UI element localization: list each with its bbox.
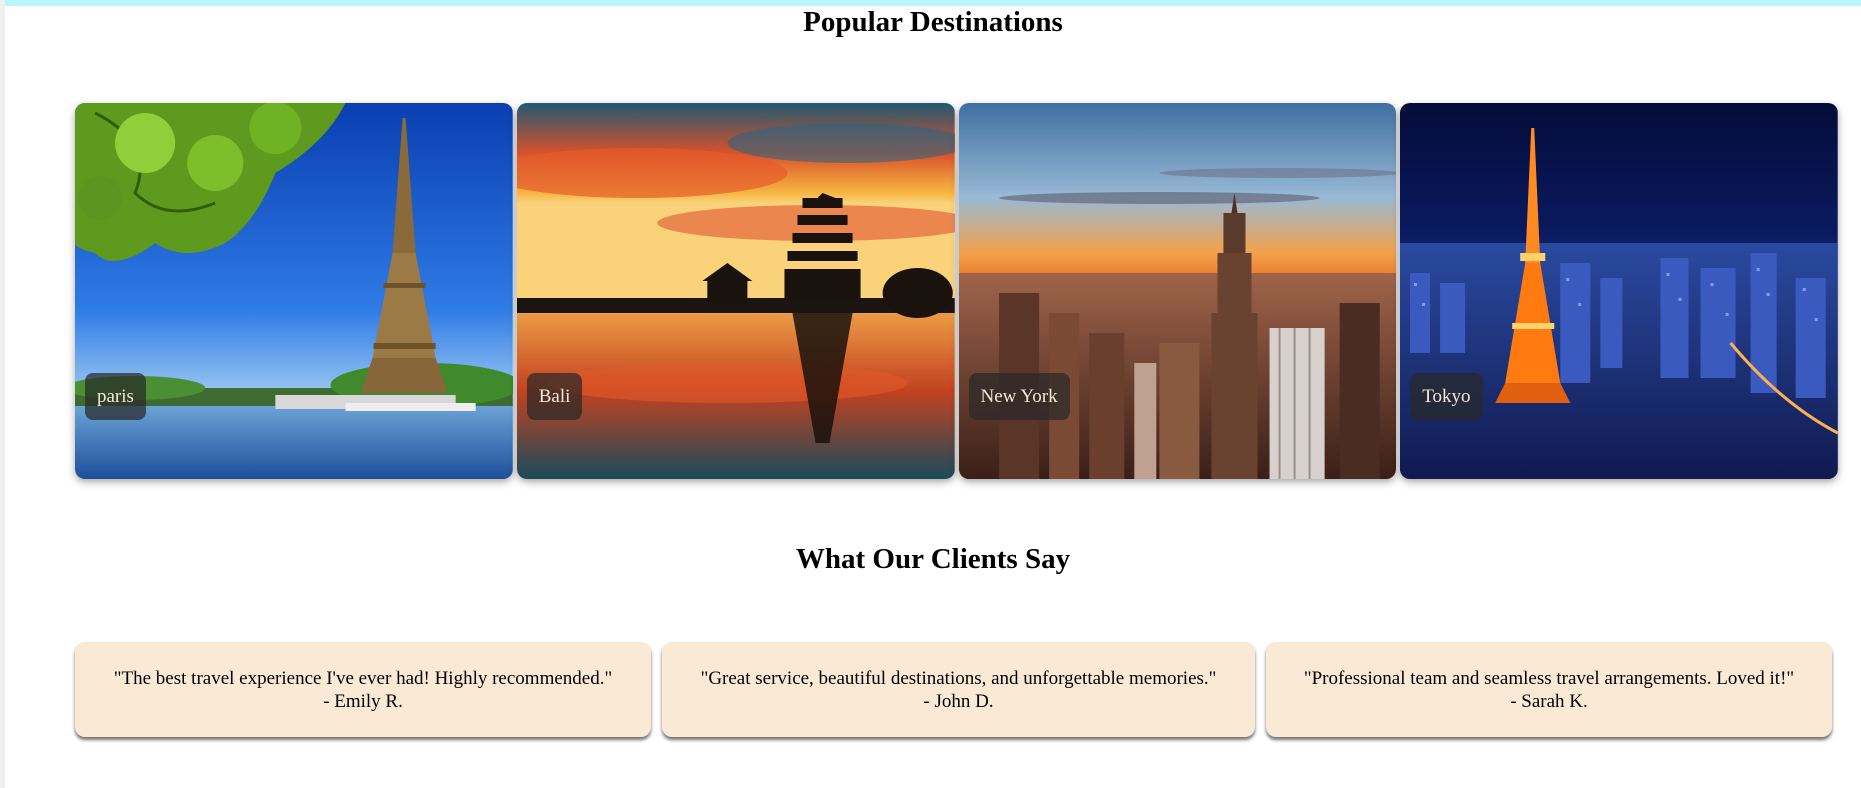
testimonials-heading: What Our Clients Say <box>795 543 1071 575</box>
destination-label: paris <box>85 373 146 420</box>
testimonial-card: "Great service, beautiful destinations, … <box>662 642 1255 737</box>
destination-card-new-york[interactable]: New York <box>958 103 1397 479</box>
destination-card-paris[interactable]: paris <box>75 103 513 479</box>
skyline-photo <box>958 103 1397 479</box>
destination-card-bali[interactable]: Bali <box>516 103 955 479</box>
testimonial-quote: "Great service, beautiful destinations, … <box>700 667 1217 689</box>
testimonial-card: "The best travel experience I've ever ha… <box>75 642 651 737</box>
testimonial-quote: "Professional team and seamless travel a… <box>1303 667 1795 689</box>
testimonial-card: "Professional team and seamless travel a… <box>1266 642 1832 737</box>
testimonial-author: - John D. <box>923 690 994 712</box>
destination-label: New York <box>968 373 1070 420</box>
destinations-heading: Popular Destinations <box>803 6 1063 38</box>
testimonial-author: - Emily R. <box>323 690 403 712</box>
testimonial-author: - Sarah K. <box>1510 690 1588 712</box>
testimonial-quote: "The best travel experience I've ever ha… <box>113 667 613 689</box>
destination-card-tokyo[interactable]: Tokyo <box>1400 103 1838 479</box>
eiffel-tower-photo <box>75 103 513 479</box>
tokyo-tower-night-photo <box>1400 103 1838 479</box>
page: Popular Destinations paris Bali New York… <box>0 0 1861 788</box>
destination-label: Bali <box>526 373 583 420</box>
testimonials-list: "The best travel experience I've ever ha… <box>75 642 1838 737</box>
destination-label: Tokyo <box>1410 373 1483 420</box>
sunset-temple-photo <box>516 103 955 479</box>
destinations-gallery: paris Bali New York Tokyo <box>75 103 1838 479</box>
